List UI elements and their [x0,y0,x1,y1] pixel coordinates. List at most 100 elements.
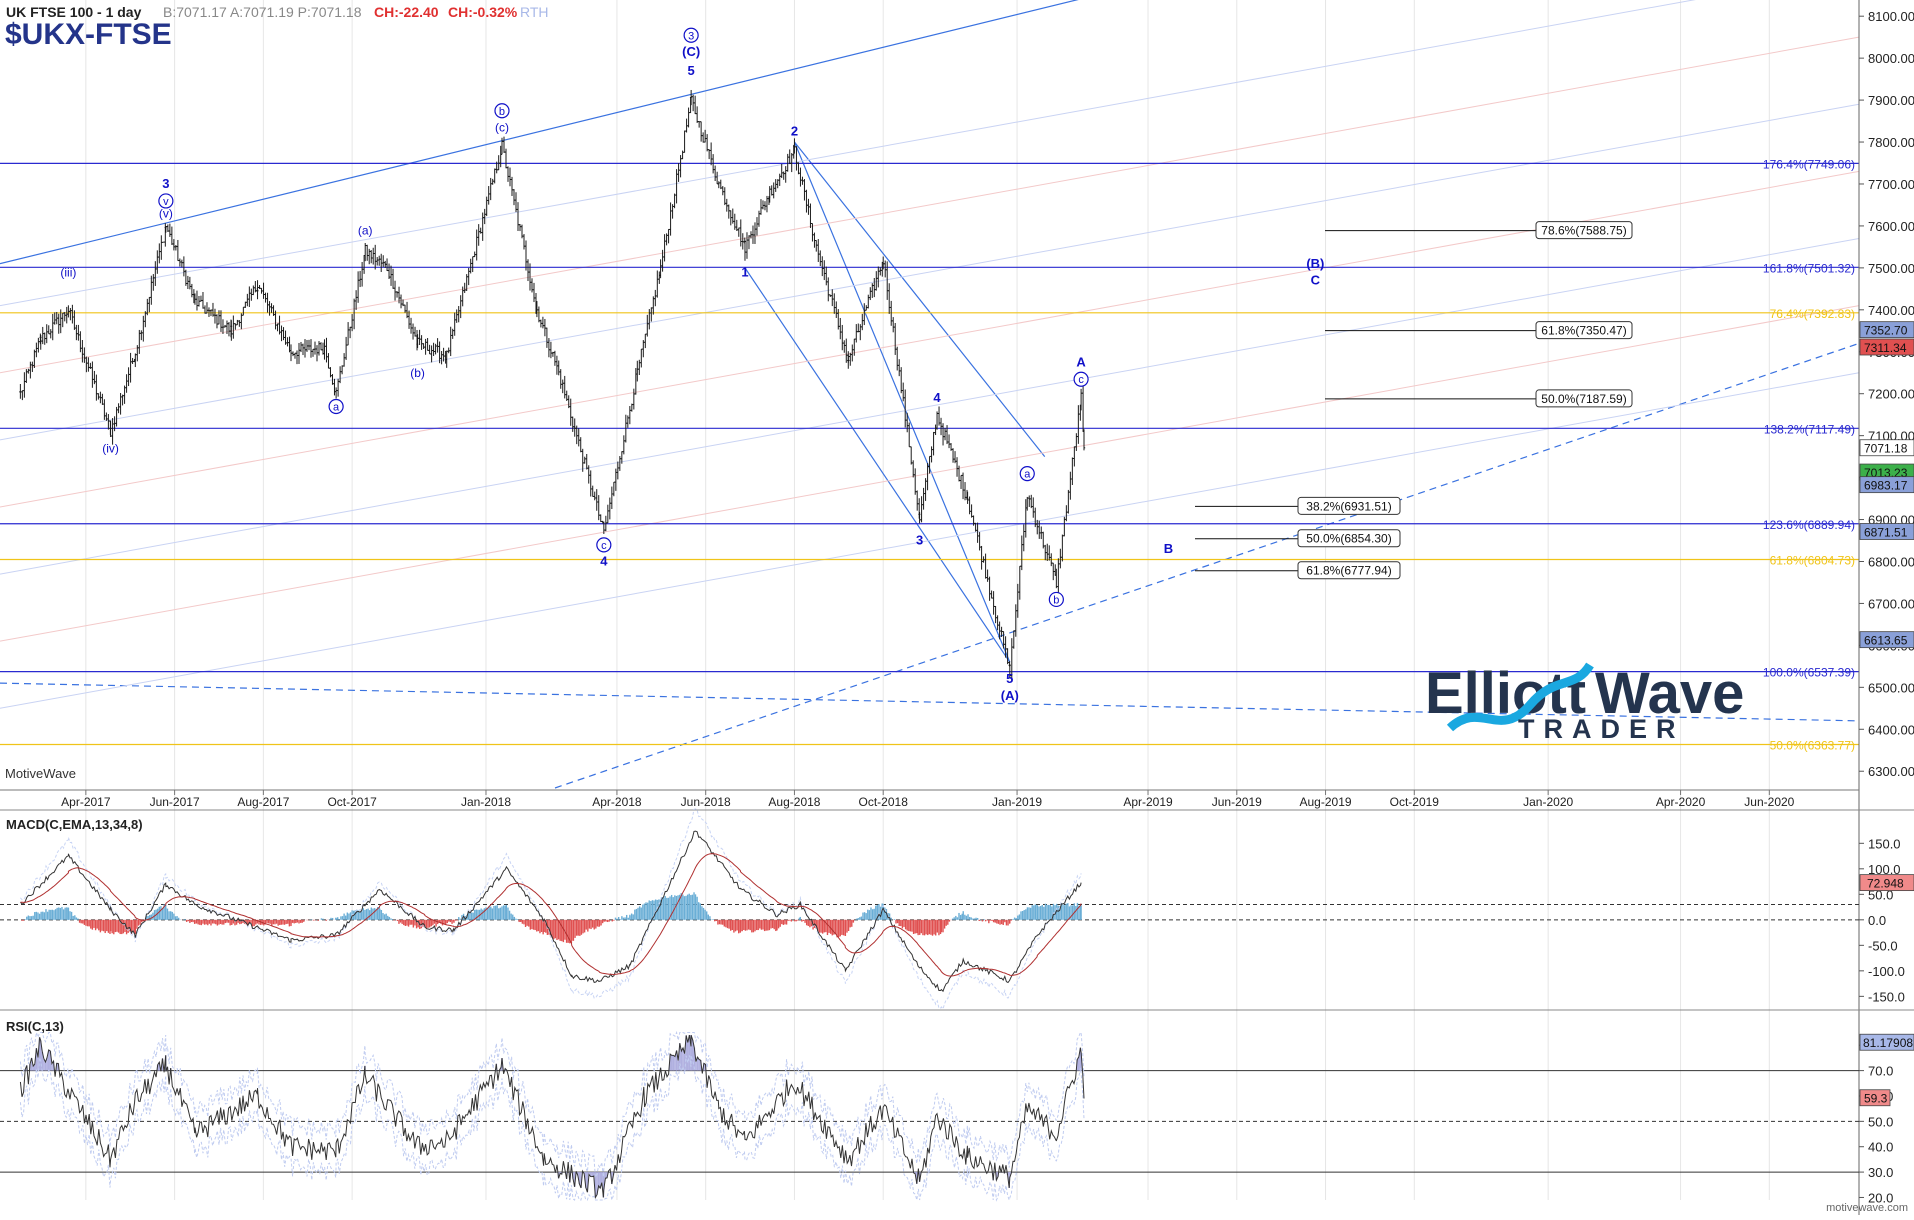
time-tick-label: Aug-2017 [237,795,289,809]
logo-word-trader: TRADER [1518,714,1685,744]
wave-label: 3 [916,533,923,548]
price-tick-label: 7200.00 [1868,387,1914,402]
wave-label: b [1053,594,1059,606]
macd-tick-label: -150.0 [1868,989,1905,1004]
macd-title: MACD(C,EMA,13,34,8) [6,817,143,832]
session-text: RTH [520,4,549,20]
macd-tick-label: 150.0 [1868,836,1901,851]
time-tick-label: Apr-2019 [1123,795,1173,809]
wave-label: (b) [410,366,425,380]
wave-label: (a) [358,223,373,237]
fib-level-label: 123.6%(6889.94) [1763,518,1855,532]
macd-last-value: 72.948 [1867,877,1904,891]
wave-label: a [1024,469,1031,481]
price-tag-label: 6983.17 [1864,479,1908,493]
wave-label: C [1311,273,1321,288]
fib-level-label: 161.8%(7501.32) [1763,261,1855,275]
price-tick-label: 6800.00 [1868,554,1914,569]
retracement-label: 50.0%(6854.30) [1306,532,1391,546]
wave-label: c [601,540,607,552]
wave-label: 1 [741,264,748,279]
time-tick-label: Aug-2019 [1300,795,1352,809]
wave-label: 4 [933,390,941,405]
chart-root: 176.4%(7749.06) 161.8%(7501.32) 76.4%(7392… [0,0,1914,1215]
wave-label: 2 [791,124,798,139]
price-tick-label: 7800.00 [1868,135,1914,150]
wave-label: a [333,401,340,413]
wave-label: A [1076,354,1086,369]
wave-label: (A) [1001,688,1019,703]
wave-label: 4 [600,554,608,569]
price-tag-label: 6613.65 [1864,634,1908,648]
rsi-tick-label: 30.0 [1868,1165,1893,1180]
time-tick-label: Jun-2019 [1212,795,1262,809]
fib-level-label: 138.2%(7117.49) [1764,422,1855,436]
wave-label: 3 [162,176,169,191]
price-tag-label: 6871.51 [1864,525,1908,539]
price-tick-label: 6500.00 [1868,680,1914,695]
time-tick-label: Jan-2018 [461,795,511,809]
time-tick-label: Jun-2018 [681,795,731,809]
change-abs-text: CH:-22.40 [374,4,439,20]
retracement-label: 38.2%(6931.51) [1306,499,1391,513]
price-tick-label: 7500.00 [1868,261,1914,276]
price-tick-label: 7900.00 [1868,93,1914,108]
time-tick-label: Jun-2020 [1744,795,1794,809]
quote-text: B:7071.17 A:7071.19 P:7071.18 [163,4,362,20]
time-tick-label: Oct-2018 [859,795,909,809]
rsi-last-value: 59.3 [1864,1092,1888,1106]
watermark-url: motivewave.com [1826,1202,1908,1214]
retracement-label: 61.8%(6777.94) [1306,564,1391,578]
price-tick-label: 6400.00 [1868,722,1914,737]
time-tick-label: Jan-2019 [992,795,1042,809]
wave-label: 3 [688,30,694,42]
price-tag-label: 7071.18 [1864,442,1908,456]
rsi-tick-label: 40.0 [1868,1140,1893,1155]
price-tick-label: 6700.00 [1868,596,1914,611]
wave-label: 5 [688,63,695,78]
time-tick-label: Jun-2017 [150,795,200,809]
wave-label: 5 [1006,671,1013,686]
wave-label: (C) [682,44,700,59]
macd-tick-label: -50.0 [1868,938,1898,953]
retracement-label: 78.6%(7588.75) [1541,224,1626,238]
rsi-tick-label: 50.0 [1868,1114,1893,1129]
rsi-tick-label: 70.0 [1868,1064,1893,1079]
ticker-title: $UKX-FTSE [5,18,172,51]
fib-level-label: 100.0%(6537.39) [1763,666,1855,680]
time-tick-label: Apr-2017 [61,795,111,809]
wave-label: (v) [159,207,173,221]
wave-label: B [1164,541,1173,556]
price-tick-label: 7600.00 [1868,219,1914,234]
price-tick-label: 8100.00 [1868,9,1914,24]
retracement-label: 50.0%(7187.59) [1541,392,1626,406]
wave-label: (iii) [60,265,76,279]
time-tick-label: Aug-2018 [768,795,820,809]
time-tick-label: Oct-2019 [1390,795,1440,809]
price-tick-label: 7400.00 [1868,303,1914,318]
fib-level-label: 50.0%(6363.77) [1770,738,1855,752]
chart-canvas: 176.4%(7749.06) 161.8%(7501.32) 76.4%(7392… [0,0,1914,1215]
wave-label: (iv) [102,441,119,455]
change-pct-text: CH:-0.32% [448,4,518,20]
time-tick-label: Oct-2017 [327,795,377,809]
price-tag-label: 7352.70 [1864,324,1908,338]
time-tick-label: Apr-2018 [592,795,642,809]
macd-tick-label: -100.0 [1868,964,1905,979]
fib-level-label: 61.8%(6804.73) [1770,554,1855,568]
platform-label: MotiveWave [5,766,76,781]
time-tick-label: Apr-2020 [1656,795,1706,809]
rsi-band-value: 81.17908 [1863,1036,1913,1050]
price-tick-label: 8000.00 [1868,51,1914,66]
wave-label: c [1078,374,1084,386]
rsi-title: RSI(C,13) [6,1019,64,1034]
fib-level-label: 76.4%(7392.83) [1770,307,1855,321]
price-tick-label: 7700.00 [1868,177,1914,192]
wave-label: (c) [495,121,509,135]
time-tick-label: Jan-2020 [1523,795,1573,809]
price-tick-label: 6300.00 [1868,764,1914,779]
wave-label: (B) [1306,256,1324,271]
price-tag-label: 7311.34 [1864,341,1907,355]
wave-label: b [499,106,505,118]
fib-level-label: 176.4%(7749.06) [1763,157,1855,171]
